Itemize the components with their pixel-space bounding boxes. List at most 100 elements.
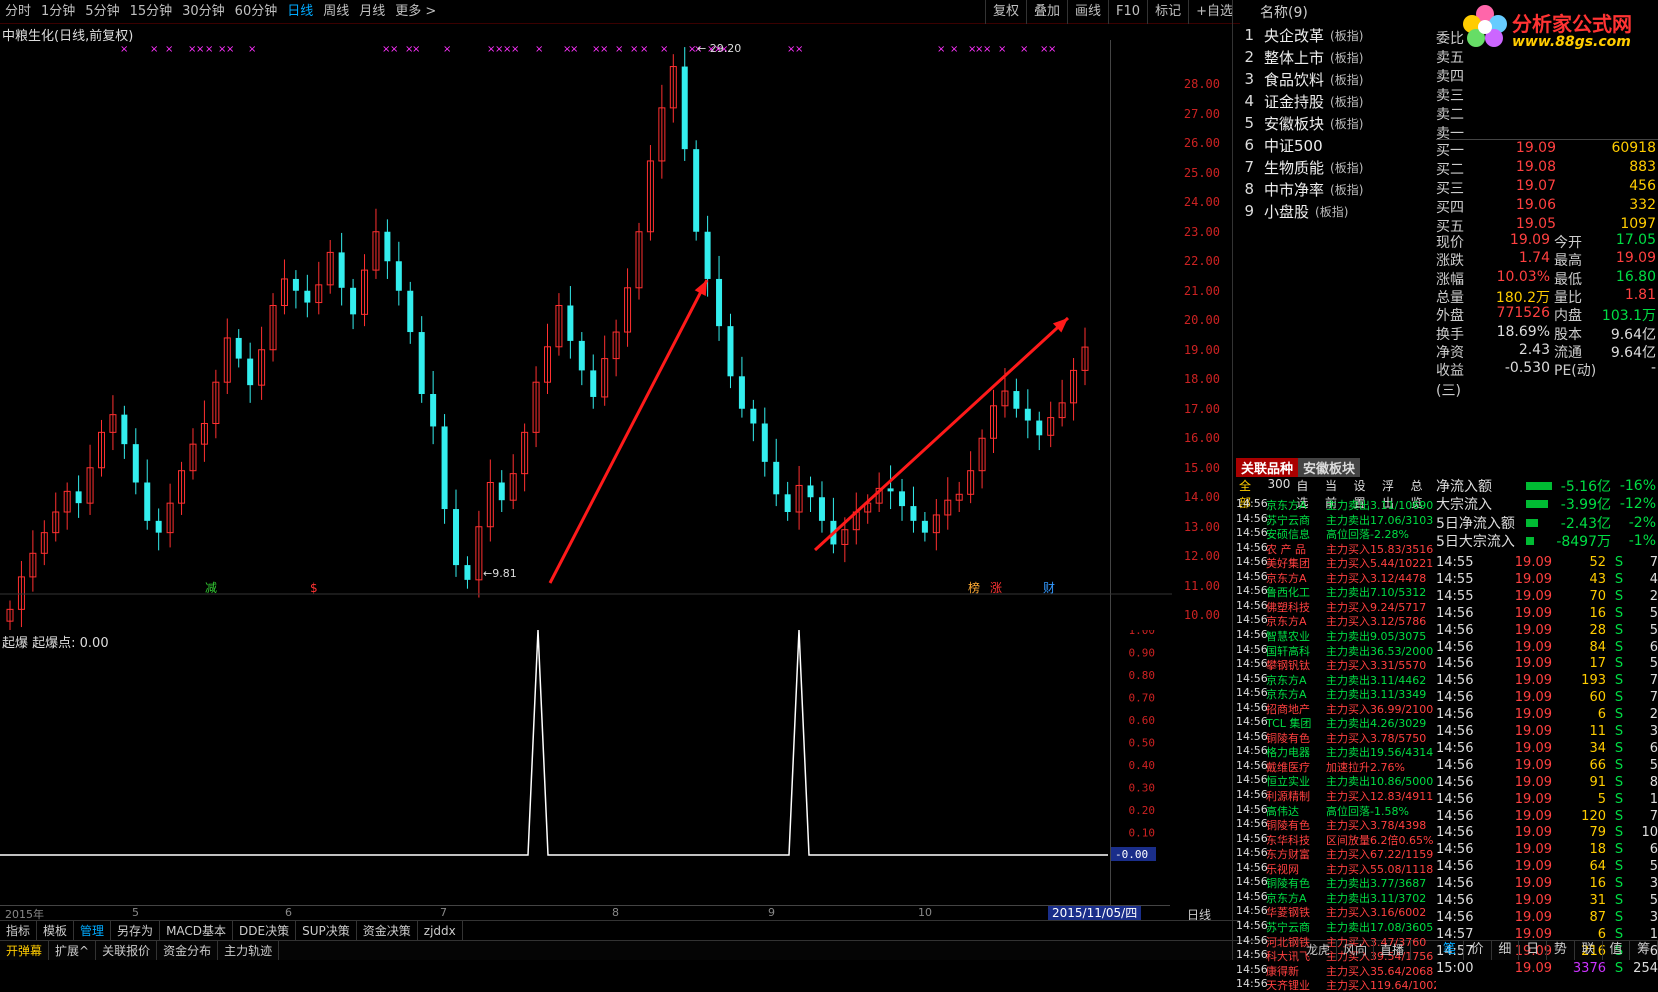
- feed-item[interactable]: 14:56 京东方A 主力买入3.12/5786: [1236, 613, 1436, 628]
- tool-button[interactable]: 叠加: [1026, 0, 1067, 24]
- feed-item[interactable]: 14:56 苏宁云商 主力卖出17.06/3103: [1236, 512, 1436, 527]
- feed-item[interactable]: 14:56 乐视网 主力买入55.08/1118: [1236, 861, 1436, 876]
- feed-item[interactable]: 14:56 智慧农业 主力卖出9.05/3075: [1236, 628, 1436, 643]
- feed-stock: 东方财富: [1266, 848, 1310, 861]
- status-tab[interactable]: 风向: [1337, 940, 1375, 960]
- tool-button[interactable]: F10: [1108, 0, 1147, 24]
- feed-item[interactable]: 14:56 苏宁云商 主力卖出17.08/3605: [1236, 919, 1436, 934]
- related-subtab[interactable]: 当前: [1322, 477, 1351, 510]
- feed-item[interactable]: 14:56 格力电器 主力卖出19.56/4314: [1236, 744, 1436, 759]
- feed-item[interactable]: 14:56 国轩高科 主力卖出36.53/2000: [1236, 643, 1436, 658]
- timeframe-tab[interactable]: 1分钟: [36, 0, 80, 24]
- bid-vol: 456: [1629, 178, 1656, 194]
- timeframe-tab[interactable]: 周线: [318, 0, 354, 24]
- feed-action: 主力卖出3.11/4462: [1326, 673, 1427, 687]
- feed-item[interactable]: 14:56 天齐锂业 主力买入119.64/1002: [1236, 977, 1436, 992]
- sector-item[interactable]: 3 食品饮料 (板指): [1236, 68, 1426, 90]
- feed-item[interactable]: 14:56 高伟达 高位回落-1.58%: [1236, 803, 1436, 818]
- related-tab[interactable]: 安徽板块: [1298, 457, 1361, 477]
- feed-stock: 格力电器: [1266, 746, 1310, 760]
- tick-vol: 3376: [1572, 960, 1606, 976]
- bottom-tab[interactable]: 资金分布: [157, 941, 219, 960]
- indicator-tab[interactable]: 模板: [37, 921, 75, 940]
- indicator-tab[interactable]: DDE决策: [233, 921, 297, 940]
- related-subtab[interactable]: 浮出: [1379, 477, 1408, 510]
- status-tab[interactable]: 直播: [1374, 940, 1412, 960]
- indicator-tab[interactable]: 资金决策: [357, 921, 418, 940]
- sector-item[interactable]: 1 央企改革 (板指): [1236, 24, 1426, 46]
- sector-item[interactable]: 9 小盘股 (板指): [1236, 200, 1426, 222]
- tool-button[interactable]: 画线: [1067, 0, 1108, 24]
- related-subtab[interactable]: 总览: [1407, 477, 1436, 510]
- feed-item[interactable]: 14:56 恒立实业 主力卖出10.86/5000: [1236, 773, 1436, 788]
- tool-button[interactable]: 复权: [985, 0, 1026, 24]
- feed-item[interactable]: 14:56 戴维医疗 加速拉升2.76%: [1236, 759, 1436, 774]
- feed-item[interactable]: 14:56 农 产 品 主力买入15.83/3516: [1236, 541, 1436, 556]
- feed-item[interactable]: 14:56 美好集团 主力买入5.44/10221: [1236, 555, 1436, 570]
- feed-item[interactable]: 14:56 铜陵有色 主力买入3.78/5750: [1236, 730, 1436, 745]
- timeframe-tab[interactable]: 分时: [0, 0, 36, 24]
- timeframe-tab[interactable]: 更多 >: [390, 0, 441, 24]
- right-tab[interactable]: 细: [1492, 940, 1520, 960]
- timeframe-tab[interactable]: 5分钟: [80, 0, 124, 24]
- tick-price: 19.09: [1514, 740, 1552, 756]
- indicator-tab[interactable]: MACD基本: [160, 921, 234, 940]
- timeframe-tab[interactable]: 日线: [282, 0, 318, 24]
- feed-item[interactable]: 14:56 华菱钢铁 主力买入3.16/6002: [1236, 904, 1436, 919]
- tool-button[interactable]: 标记: [1147, 0, 1188, 24]
- candlestick-chart[interactable]: × × × × × × × × × × × ×× × × × × × × ×× × × × × × × ×× ××× × × × × ×× × ×…: [0, 40, 1172, 630]
- indicator-tab[interactable]: SUP决策: [296, 921, 357, 940]
- sector-item[interactable]: 7 生物质能 (板指): [1236, 156, 1426, 178]
- timeframe-tab[interactable]: 月线: [354, 0, 390, 24]
- feed-item[interactable]: 14:56 佛塑科技 主力买入9.24/5717: [1236, 599, 1436, 614]
- feed-item[interactable]: 14:56 京东方A 主力卖出3.11/3349: [1236, 686, 1436, 701]
- related-tab[interactable]: 关联品种: [1236, 457, 1299, 477]
- status-tab[interactable]: 龙虎: [1300, 940, 1338, 960]
- feed-item[interactable]: 14:56 攀钢钒钛 主力买入3.31/5570: [1236, 657, 1436, 672]
- indicator-tab[interactable]: zjddx: [418, 921, 463, 940]
- related-subtab[interactable]: 300: [1265, 477, 1294, 495]
- feed-item[interactable]: 14:56 利源精制 主力买入12.83/4911: [1236, 788, 1436, 803]
- related-subtab[interactable]: 自选: [1293, 477, 1322, 510]
- sector-item[interactable]: 6 中证500: [1236, 134, 1426, 156]
- right-tab[interactable]: 势: [1547, 940, 1575, 960]
- indicator-tab[interactable]: 管理: [74, 921, 112, 940]
- bottom-tab[interactable]: 关联报价: [96, 941, 158, 960]
- bottom-tab[interactable]: 开弹幕: [0, 941, 50, 960]
- feed-item[interactable]: 14:56 东华科技 区间放量6.2倍0.65%: [1236, 832, 1436, 847]
- right-tab[interactable]: 筹: [1630, 940, 1658, 960]
- feed-item[interactable]: 14:56 铜陵有色 主力买入3.78/4398: [1236, 817, 1436, 832]
- feed-item[interactable]: 14:56 东方财富 主力买入67.22/1159: [1236, 846, 1436, 861]
- sector-item[interactable]: 2 整体上市 (板指): [1236, 46, 1426, 68]
- bottom-tab[interactable]: 扩展^: [49, 941, 97, 960]
- indicator-chart[interactable]: 1.00 0.90 0.80 0.70 0.60 0.50 0.40 0.30 0.20 0.10…: [0, 630, 1236, 905]
- right-tab[interactable]: 价: [1464, 940, 1492, 960]
- feed-item[interactable]: 14:56 京东方A 主力卖出3.11/10690: [1236, 497, 1436, 512]
- related-subtab[interactable]: 全部: [1236, 477, 1265, 510]
- indicator-tab[interactable]: 另存为: [111, 921, 161, 940]
- right-tab[interactable]: 日: [1519, 940, 1547, 960]
- sector-item[interactable]: 4 证金持股 (板指): [1236, 90, 1426, 112]
- feed-item[interactable]: 14:56 铜陵有色 主力卖出3.77/3687: [1236, 875, 1436, 890]
- feed-item[interactable]: 14:56 鲁西化工 主力卖出7.10/5312: [1236, 584, 1436, 599]
- timeframe-tab[interactable]: 30分钟: [177, 0, 230, 24]
- feed-item[interactable]: 14:56 康得新 主力买入35.64/2068: [1236, 963, 1436, 978]
- timeframe-tab[interactable]: 15分钟: [125, 0, 178, 24]
- feed-item[interactable]: 14:56 TCL 集团 主力卖出4.26/3029: [1236, 715, 1436, 730]
- right-tab[interactable]: 联: [1575, 940, 1603, 960]
- tick-count: 7: [1649, 808, 1658, 824]
- feed-item[interactable]: 14:56 京东方A 主力买入3.12/4478: [1236, 570, 1436, 585]
- right-tab[interactable]: 值: [1603, 940, 1631, 960]
- bottom-tab[interactable]: 主力轨迹: [218, 941, 280, 960]
- related-subtab[interactable]: 设置: [1350, 477, 1379, 510]
- feed-item[interactable]: 14:56 京东方A 主力卖出3.11/3702: [1236, 890, 1436, 905]
- right-tab[interactable]: 笔: [1436, 940, 1464, 960]
- indicator-tab[interactable]: 指标: [0, 921, 38, 940]
- feed-item[interactable]: 14:56 安硕信息 高位回落-2.28%: [1236, 526, 1436, 541]
- feed-item[interactable]: 14:56 招商地产 主力买入36.99/2100: [1236, 701, 1436, 716]
- timeframe-tab[interactable]: 60分钟: [230, 0, 283, 24]
- sector-item[interactable]: 8 中市净率 (板指): [1236, 178, 1426, 200]
- sector-item[interactable]: 5 安徽板块 (板指): [1236, 112, 1426, 134]
- feed-item[interactable]: 14:56 京东方A 主力卖出3.11/4462: [1236, 672, 1436, 687]
- tick-price: 19.09: [1514, 842, 1552, 858]
